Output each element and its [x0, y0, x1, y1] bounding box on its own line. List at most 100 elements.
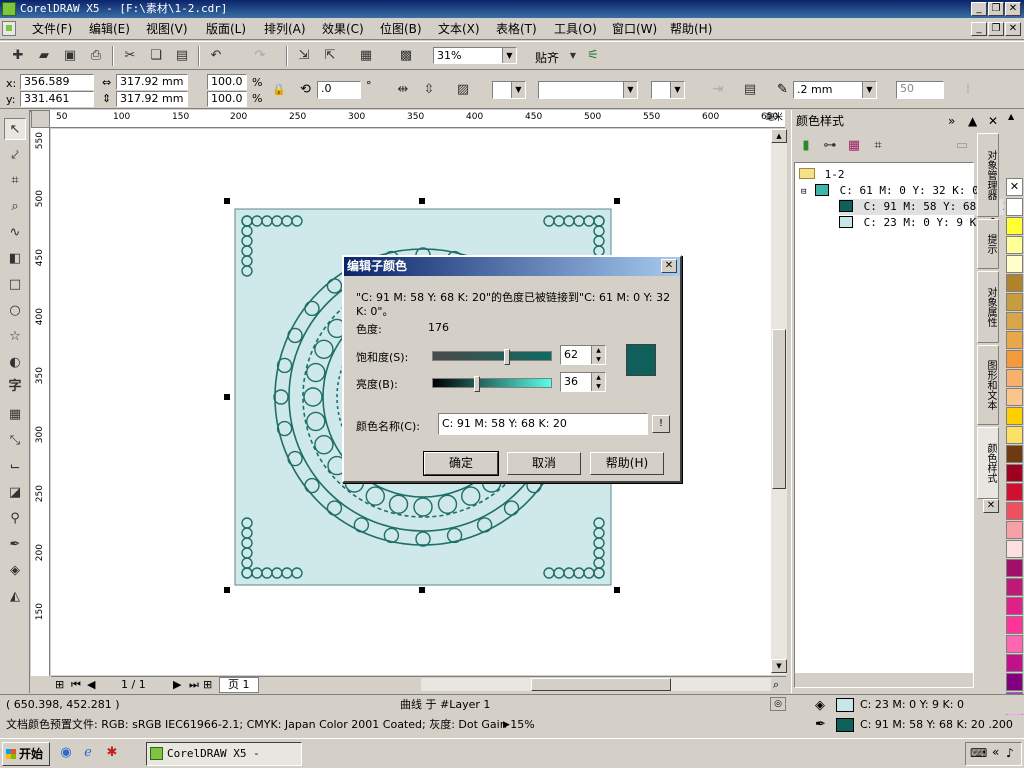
- paste-icon[interactable]: ▤: [172, 46, 192, 66]
- profile-arrow-icon[interactable]: ▶: [503, 715, 510, 735]
- tree-child-color[interactable]: C: 23 M: 0 Y: 9 K: 0: [839, 215, 996, 231]
- palette-swatch[interactable]: [1006, 369, 1023, 387]
- tab-object-properties[interactable]: 对象属性: [977, 271, 999, 343]
- menu-tools[interactable]: 工具(O): [554, 21, 597, 37]
- interactive-fill-icon[interactable]: ◭: [4, 586, 26, 608]
- scroll-down-icon[interactable]: ▼: [771, 659, 787, 673]
- doc-close-icon[interactable]: ✕: [1005, 22, 1021, 36]
- shape-tool-icon[interactable]: ⤦: [4, 145, 26, 167]
- last-page-icon[interactable]: ⏭: [189, 678, 199, 692]
- tray-expand-icon[interactable]: «: [992, 745, 999, 759]
- scroll-up-icon[interactable]: ▲: [771, 129, 787, 143]
- menu-edit[interactable]: 编辑(E): [89, 21, 130, 37]
- fill-tool-icon[interactable]: ◈: [4, 560, 26, 582]
- palette-swatch[interactable]: [1006, 464, 1023, 482]
- palette-swatch[interactable]: [1006, 426, 1023, 444]
- import-icon[interactable]: ⇲: [294, 46, 314, 66]
- quicklaunch-app-icon[interactable]: ✱: [102, 743, 122, 763]
- wrap-paragraph-icon[interactable]: ▨: [453, 80, 473, 100]
- menu-file[interactable]: 文件(F): [32, 21, 72, 37]
- height-field[interactable]: 317.92 mm: [116, 91, 188, 107]
- saturation-slider-thumb[interactable]: [503, 349, 510, 365]
- palette-swatch[interactable]: [1006, 198, 1023, 216]
- print-icon[interactable]: ⎙: [86, 46, 106, 66]
- selection-handle[interactable]: [419, 198, 425, 204]
- corner-field[interactable]: 50: [896, 81, 944, 99]
- volume-icon[interactable]: ♪: [1006, 746, 1014, 760]
- selection-handle[interactable]: [419, 587, 425, 593]
- docker-expand-icon[interactable]: »: [948, 110, 955, 132]
- lock-ratio-icon[interactable]: 🔒: [272, 83, 286, 96]
- palette-swatch[interactable]: [1006, 578, 1023, 596]
- palette-swatch[interactable]: [1006, 312, 1023, 330]
- new-icon[interactable]: ✚: [8, 46, 28, 66]
- table-tool-icon[interactable]: ▦: [4, 404, 26, 426]
- palette-swatch[interactable]: [1006, 350, 1023, 368]
- horizontal-ruler[interactable]: 50 100 150 200 250 300 350 400 450 500 5…: [50, 110, 785, 128]
- selection-handle[interactable]: [224, 198, 230, 204]
- dialog-close-icon[interactable]: ✕: [661, 259, 677, 273]
- edit-color-icon[interactable]: ▭: [952, 136, 972, 156]
- rectangle-tool-icon[interactable]: □: [4, 274, 26, 296]
- palette-swatch[interactable]: [1006, 673, 1023, 691]
- outline-width-select[interactable]: .2 mm ▼: [793, 81, 877, 99]
- snap-to-label[interactable]: 贴齐: [535, 49, 559, 66]
- start-arrow-select[interactable]: ▼: [492, 81, 526, 99]
- select-objects-icon[interactable]: ⌗: [868, 136, 888, 156]
- y-position-field[interactable]: 331.461 mm: [20, 91, 94, 119]
- add-page-icon[interactable]: ⊞: [55, 678, 64, 691]
- menu-help[interactable]: 帮助(H): [670, 21, 712, 37]
- palette-swatch[interactable]: [1006, 635, 1023, 653]
- spinner-arrows-icon[interactable]: ▲ ▼: [591, 373, 605, 391]
- application-launcher-icon[interactable]: ▦: [356, 46, 376, 66]
- redo-icon[interactable]: ↷: [250, 46, 270, 66]
- crop-tool-icon[interactable]: ⌗: [4, 170, 26, 192]
- no-color-swatch[interactable]: ✕: [1006, 178, 1023, 196]
- tree-root[interactable]: 1-2: [799, 167, 845, 183]
- vertical-scroll-thumb[interactable]: [772, 329, 786, 489]
- auto-create-styles-icon[interactable]: ▦: [844, 136, 864, 156]
- saturation-slider[interactable]: [432, 349, 552, 365]
- prev-page-icon[interactable]: ◀: [87, 678, 95, 691]
- text-tool-icon[interactable]: 字: [4, 376, 26, 398]
- welcome-screen-icon[interactable]: ▩: [396, 46, 416, 66]
- selection-handle[interactable]: [614, 198, 620, 204]
- menu-window[interactable]: 窗口(W): [612, 21, 657, 37]
- palette-swatch[interactable]: [1006, 236, 1023, 254]
- new-child-color-icon[interactable]: ⊶: [820, 136, 840, 156]
- undo-icon[interactable]: ↶: [206, 46, 226, 66]
- palette-swatch[interactable]: [1006, 616, 1023, 634]
- palette-swatch[interactable]: [1006, 217, 1023, 235]
- rotation-field[interactable]: .0: [317, 81, 361, 99]
- snap-dropdown-icon[interactable]: ▼: [563, 46, 583, 66]
- smart-fill-icon[interactable]: ◧: [4, 248, 26, 270]
- quicklaunch-browser-icon[interactable]: ◉: [56, 743, 76, 763]
- zoom-tool-icon[interactable]: ⌕: [4, 196, 26, 218]
- open-icon[interactable]: ▰: [34, 46, 54, 66]
- save-icon[interactable]: ▣: [60, 46, 80, 66]
- color-profile-text[interactable]: 文档颜色预置文件: RGB: sRGB IEC61966-2.1; CMYK: …: [6, 715, 535, 735]
- quicklaunch-ie-icon[interactable]: ℯ: [78, 743, 98, 763]
- ruler-origin[interactable]: [31, 110, 50, 128]
- keyboard-icon[interactable]: ⌨: [970, 746, 987, 760]
- doc-minimize-icon[interactable]: _: [971, 22, 987, 36]
- blend-tool-icon[interactable]: ◪: [4, 482, 26, 504]
- menu-view[interactable]: 视图(V): [146, 21, 188, 37]
- horizontal-scroll-thumb[interactable]: [531, 678, 671, 691]
- first-page-icon[interactable]: ⏮: [71, 678, 81, 692]
- menu-text[interactable]: 文本(X): [438, 21, 480, 37]
- restore-icon[interactable]: ❐: [988, 2, 1004, 16]
- convert-line-icon[interactable]: ⇥: [708, 80, 728, 100]
- palette-swatch[interactable]: [1006, 654, 1023, 672]
- basic-shapes-icon[interactable]: ◐: [4, 352, 26, 374]
- tree-parent-color[interactable]: ⊟ C: 61 M: 0 Y: 32 K: 0: [801, 183, 979, 199]
- tab-hints[interactable]: 提示: [977, 219, 999, 269]
- export-icon[interactable]: ⇱: [320, 46, 340, 66]
- new-color-style-icon[interactable]: ▮: [796, 136, 816, 156]
- cancel-button[interactable]: 取消: [507, 452, 581, 475]
- doc-restore-icon[interactable]: ❐: [988, 22, 1004, 36]
- brightness-slider-thumb[interactable]: [474, 376, 481, 392]
- vertical-scrollbar[interactable]: ▲ ▼: [771, 129, 787, 675]
- selection-handle[interactable]: [224, 587, 230, 593]
- selection-handle[interactable]: [614, 587, 620, 593]
